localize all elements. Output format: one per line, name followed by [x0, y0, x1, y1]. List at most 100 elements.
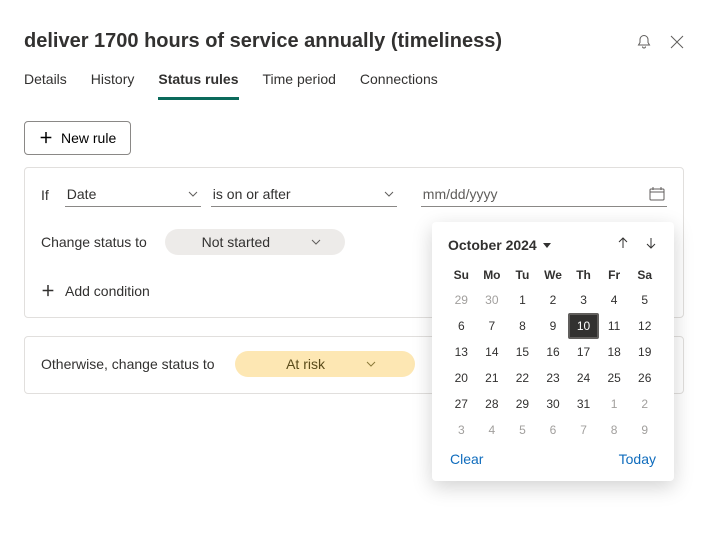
- calendar-day[interactable]: 27: [446, 391, 477, 417]
- calendar-day[interactable]: 2: [538, 287, 569, 313]
- date-placeholder: mm/dd/yyyy: [423, 186, 498, 202]
- calendar-dow: Fr: [599, 263, 630, 287]
- field-value: Date: [67, 186, 97, 202]
- calendar-dow: Sa: [629, 263, 660, 287]
- new-rule-button[interactable]: ＋ New rule: [24, 121, 131, 155]
- calendar-day[interactable]: 30: [477, 287, 508, 313]
- calendar-day[interactable]: 4: [477, 417, 508, 443]
- prev-month-button[interactable]: [616, 236, 630, 253]
- calendar-day[interactable]: 6: [538, 417, 569, 443]
- calendar-day[interactable]: 21: [477, 365, 508, 391]
- status-value: At risk: [286, 356, 325, 372]
- calendar-day[interactable]: 8: [507, 313, 538, 339]
- calendar-day[interactable]: 3: [446, 417, 477, 443]
- calendar-dow: Su: [446, 263, 477, 287]
- tab-connections[interactable]: Connections: [360, 71, 438, 100]
- calendar-grid: SuMoTuWeThFrSa29301234567891011121314151…: [446, 263, 660, 443]
- calendar-day[interactable]: 29: [507, 391, 538, 417]
- calendar-day[interactable]: 2: [629, 391, 660, 417]
- chevron-down-icon: [365, 358, 377, 370]
- header-actions: [636, 34, 684, 50]
- calendar-day[interactable]: 7: [477, 313, 508, 339]
- caret-down-icon: [543, 241, 551, 249]
- if-label: If: [41, 187, 49, 203]
- plus-icon: ＋: [39, 128, 53, 148]
- calendar-day[interactable]: 19: [629, 339, 660, 365]
- calendar-day[interactable]: 22: [507, 365, 538, 391]
- tabs: Details History Status rules Time period…: [0, 61, 708, 101]
- close-icon[interactable]: [670, 35, 684, 49]
- calendar-day[interactable]: 23: [538, 365, 569, 391]
- calendar-day[interactable]: 24: [568, 365, 599, 391]
- calendar-day[interactable]: 28: [477, 391, 508, 417]
- calendar-day[interactable]: 9: [629, 417, 660, 443]
- calendar-day[interactable]: 4: [599, 287, 630, 313]
- calendar-dow: Mo: [477, 263, 508, 287]
- rule-condition-row: If Date is on or after mm/dd/yyyy: [41, 182, 667, 207]
- calendar-day[interactable]: 16: [538, 339, 569, 365]
- next-month-button[interactable]: [644, 236, 658, 253]
- tab-history[interactable]: History: [91, 71, 135, 100]
- calendar-day[interactable]: 7: [568, 417, 599, 443]
- calendar-day[interactable]: 25: [599, 365, 630, 391]
- arrow-up-icon: [616, 236, 630, 250]
- calendar-month-button[interactable]: October 2024: [448, 237, 551, 253]
- calendar-clear-button[interactable]: Clear: [450, 451, 483, 467]
- calendar-day[interactable]: 18: [599, 339, 630, 365]
- calendar-header: October 2024: [446, 236, 660, 263]
- calendar-icon: [649, 187, 665, 201]
- calendar-day[interactable]: 13: [446, 339, 477, 365]
- calendar-day[interactable]: 1: [507, 287, 538, 313]
- status-value: Not started: [202, 234, 270, 250]
- calendar-day[interactable]: 30: [538, 391, 569, 417]
- calendar-day[interactable]: 10: [568, 313, 599, 339]
- field-select[interactable]: Date: [65, 182, 201, 207]
- arrow-down-icon: [644, 236, 658, 250]
- calendar-day[interactable]: 15: [507, 339, 538, 365]
- calendar-dow: We: [538, 263, 569, 287]
- operator-select[interactable]: is on or after: [211, 182, 397, 207]
- status-select-at-risk[interactable]: At risk: [235, 351, 415, 377]
- calendar-day[interactable]: 11: [599, 313, 630, 339]
- calendar-dow: Tu: [507, 263, 538, 287]
- header: deliver 1700 hours of service annually (…: [0, 0, 708, 61]
- calendar-day[interactable]: 26: [629, 365, 660, 391]
- calendar-day[interactable]: 8: [599, 417, 630, 443]
- calendar-day[interactable]: 14: [477, 339, 508, 365]
- change-status-label: Change status to: [41, 234, 147, 250]
- otherwise-label: Otherwise, change status to: [41, 356, 215, 372]
- calendar-popup: October 2024 SuMoTuWeThFrSa2930123456789…: [432, 222, 674, 481]
- tab-details[interactable]: Details: [24, 71, 67, 100]
- operator-value: is on or after: [213, 186, 291, 202]
- chevron-down-icon: [310, 236, 322, 248]
- calendar-dow: Th: [568, 263, 599, 287]
- add-condition-label: Add condition: [65, 283, 150, 299]
- calendar-day[interactable]: 29: [446, 287, 477, 313]
- date-input[interactable]: mm/dd/yyyy: [421, 182, 667, 207]
- calendar-day[interactable]: 6: [446, 313, 477, 339]
- calendar-day[interactable]: 20: [446, 365, 477, 391]
- calendar-nav: [616, 236, 658, 253]
- tab-status-rules[interactable]: Status rules: [158, 71, 238, 100]
- calendar-day[interactable]: 12: [629, 313, 660, 339]
- status-select-not-started[interactable]: Not started: [165, 229, 345, 255]
- chevron-down-icon: [383, 188, 395, 200]
- calendar-day[interactable]: 17: [568, 339, 599, 365]
- calendar-today-button[interactable]: Today: [619, 451, 656, 467]
- calendar-month-label: October 2024: [448, 237, 537, 253]
- plus-icon: ＋: [41, 281, 55, 301]
- page-title: deliver 1700 hours of service annually (…: [24, 30, 502, 53]
- calendar-day[interactable]: 1: [599, 391, 630, 417]
- tab-time-period[interactable]: Time period: [263, 71, 336, 100]
- bell-icon[interactable]: [636, 34, 652, 50]
- add-condition-button[interactable]: ＋ Add condition: [41, 281, 150, 301]
- new-rule-label: New rule: [61, 130, 116, 146]
- toolbar: ＋ New rule: [0, 101, 708, 167]
- calendar-day[interactable]: 31: [568, 391, 599, 417]
- calendar-day[interactable]: 9: [538, 313, 569, 339]
- calendar-day[interactable]: 3: [568, 287, 599, 313]
- chevron-down-icon: [187, 188, 199, 200]
- calendar-footer: Clear Today: [446, 443, 660, 469]
- calendar-day[interactable]: 5: [629, 287, 660, 313]
- calendar-day[interactable]: 5: [507, 417, 538, 443]
